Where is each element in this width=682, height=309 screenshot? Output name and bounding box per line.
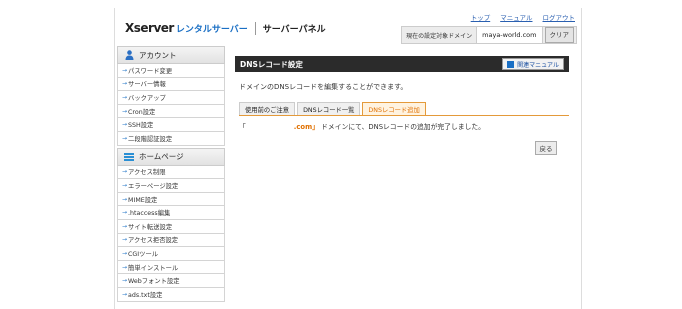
homepage-icon [124,152,134,162]
logout-link[interactable]: ログアウト [543,12,576,22]
sidebar-item-label: CGIツール [128,250,159,258]
target-domain-box: 現在の設定対象ドメイン maya-world.com クリア [401,26,577,44]
target-domain-value: maya-world.com [476,27,543,43]
sidebar-item[interactable]: → サイト転送設定 [117,219,225,234]
arrow-right-icon: → [122,195,128,203]
sidebar-item[interactable]: → 簡単インストール [117,260,225,275]
title-bar: DNSレコード設定 関連マニュアル [235,56,569,72]
result-text: ドメインにて、DNSレコードの追加が完了しました。 [321,123,485,131]
related-manual-label: 関連マニュアル [517,61,559,69]
sidebar-item-label: アクセス制限 [128,169,166,177]
arrow-right-icon: → [122,236,128,244]
brand-name: Xserver [125,21,174,35]
arrow-right-icon: → [122,263,128,271]
sidebar: アカウント → パスワード変更 → サーバー情報 → バックアップ → Cron設定 → SSH設… [117,46,225,302]
main-content: DNSレコード設定 関連マニュアル ドメインのDNSレコードを編集することができ… [235,56,569,155]
sidebar-item-label: Webフォント設定 [128,278,180,286]
panel-frame: Xserver レンタルサーバー サーバーパネル トップ マニュアル ログアウト… [114,8,582,309]
sidebar-item-label: パスワード変更 [128,67,173,75]
sidebar-item[interactable]: → アクセス拒否設定 [117,233,225,248]
sidebar-item[interactable]: → エラーページ設定 [117,179,225,193]
arrow-right-icon: → [122,66,128,74]
sidebar-section-homepage: ホームページ [117,147,225,166]
sidebar-item-label: バックアップ [128,94,166,102]
result-open-bracket: 「 [239,123,246,131]
result-domain: .com」 [293,123,319,131]
sidebar-section-label: アカウント [139,50,177,60]
sidebar-item[interactable]: → 二段階認証設定 [117,131,225,146]
arrow-right-icon: → [122,222,128,230]
top-links: トップ マニュアル ログアウト [471,12,575,22]
sidebar-item-label: 二段階認証設定 [128,135,173,143]
sidebar-item[interactable]: → .htaccess編集 [117,206,225,220]
tab-notes[interactable]: 使用前のご注意 [239,102,296,115]
top-link[interactable]: トップ [471,12,491,22]
sidebar-item-label: アクセス拒否設定 [128,237,179,245]
sidebar-item[interactable]: → Cron設定 [117,104,225,119]
tab-add-record[interactable]: DNSレコード追加 [362,102,426,115]
brand-subtitle: レンタルサーバー [175,24,248,35]
tab-bar: 使用前のご注意 DNSレコード一覧 DNSレコード追加 [239,102,569,116]
sidebar-item[interactable]: → Webフォント設定 [117,274,225,288]
book-icon [507,60,515,68]
sidebar-item[interactable]: → CGIツール [117,247,225,261]
sidebar-item[interactable]: → MIME設定 [117,192,225,207]
arrow-right-icon: → [122,290,128,298]
sidebar-section-account: アカウント [117,46,225,64]
sidebar-item-label: SSH設定 [128,122,154,130]
related-manual-button[interactable]: 関連マニュアル [502,58,564,70]
sidebar-item-label: ads.txt設定 [128,291,163,299]
arrow-right-icon: → [122,121,128,129]
target-domain-label: 現在の設定対象ドメイン [406,32,473,40]
result-message: 「 .com」 ドメインにて、DNSレコードの追加が完了しました。 [239,121,569,131]
page-title: DNSレコード設定 [240,59,303,69]
arrow-right-icon: → [122,134,128,142]
arrow-right-icon: → [122,93,128,101]
sidebar-item-label: Cron設定 [128,108,156,116]
sidebar-item[interactable]: → アクセス制限 [117,165,225,180]
sidebar-item-label: エラーページ設定 [128,182,179,190]
sidebar-item-label: MIME設定 [128,196,158,204]
arrow-right-icon: → [122,168,128,176]
sidebar-item[interactable]: → バックアップ [117,91,225,105]
arrow-right-icon: → [122,277,128,285]
header: Xserver レンタルサーバー サーバーパネル トップ マニュアル ログアウト… [115,8,581,46]
logo-divider [254,21,256,35]
arrow-right-icon: → [122,209,128,217]
sidebar-item-label: サイト転送設定 [128,223,173,231]
clear-button[interactable]: クリア [544,27,574,43]
sidebar-item[interactable]: → ads.txt設定 [117,287,225,302]
arrow-right-icon: → [122,80,128,88]
sidebar-item[interactable]: → パスワード変更 [117,64,225,78]
sidebar-section-label: ホームページ [139,152,184,162]
sidebar-item[interactable]: → サーバー情報 [117,77,225,92]
arrow-right-icon: → [122,181,128,189]
tab-record-list[interactable]: DNSレコード一覧 [297,102,361,115]
sidebar-item[interactable]: → SSH設定 [117,118,225,132]
arrow-right-icon: → [122,249,128,257]
logo[interactable]: Xserver レンタルサーバー サーバーパネル [125,20,326,36]
user-icon [124,50,134,60]
sidebar-item-label: サーバー情報 [128,81,166,89]
manual-link[interactable]: マニュアル [500,12,532,22]
arrow-right-icon: → [122,107,128,115]
page-description: ドメインのDNSレコードを編集することができます。 [239,83,408,91]
sidebar-item-label: 簡単インストール [128,264,179,272]
sidebar-item-label: .htaccess編集 [128,210,171,218]
panel-title: サーバーパネル [262,24,326,35]
back-button[interactable]: 戻る [535,141,557,155]
